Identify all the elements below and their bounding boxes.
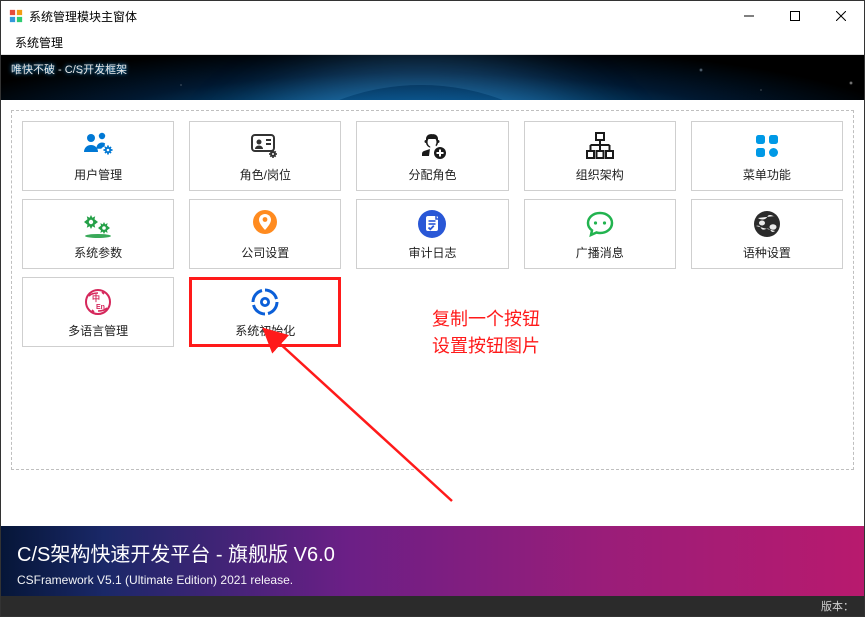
users-gear-icon — [82, 130, 114, 162]
maximize-button[interactable] — [772, 1, 818, 31]
refresh-circle-icon — [249, 286, 281, 318]
minimize-button[interactable] — [726, 1, 772, 31]
tile-label: 公司设置 — [241, 244, 289, 261]
tile-label: 语种设置 — [743, 244, 791, 261]
footer-title: C/S架构快速开发平台 - 旗舰版 V6.0 — [17, 538, 848, 567]
gears-icon — [82, 208, 114, 240]
footer-banner: C/S架构快速开发平台 - 旗舰版 V6.0 CSFramework V5.1 … — [1, 526, 864, 596]
tile-sys-param[interactable]: 系统参数 — [22, 199, 174, 269]
version-label: 版本： — [821, 598, 854, 614]
tile-label: 角色/岗位 — [240, 166, 291, 183]
close-button[interactable] — [818, 1, 864, 31]
chat-bubble-icon — [584, 208, 616, 240]
grid-tiles-icon — [751, 130, 783, 162]
tile-label: 组织架构 — [576, 166, 624, 183]
agent-plus-icon — [416, 130, 448, 162]
tile-org-struct[interactable]: 组织架构 — [524, 121, 676, 191]
tile-label: 菜单功能 — [743, 166, 791, 183]
statusbar: 版本： — [1, 596, 864, 616]
lang-zh-en-icon: 中En — [82, 286, 114, 318]
tile-user-mgmt[interactable]: 用户管理 — [22, 121, 174, 191]
document-check-icon — [416, 208, 448, 240]
window-controls — [726, 1, 864, 31]
main-window: 系统管理模块主窗体 系统管理 唯快不破 - C/S开发框架 — [0, 0, 865, 617]
tile-label: 用户管理 — [74, 166, 122, 183]
location-pin-icon — [249, 208, 281, 240]
tile-label: 审计日志 — [408, 244, 456, 261]
tile-panel: 用户管理 角色/岗位 分配角色 — [11, 110, 854, 470]
footer-subtitle: CSFramework V5.1 (Ultimate Edition) 2021… — [17, 573, 848, 587]
globe-icon — [751, 208, 783, 240]
tile-label: 多语言管理 — [68, 322, 128, 339]
tile-sys-init[interactable]: 系统初始化 — [189, 277, 341, 347]
tile-company[interactable]: 公司设置 — [189, 199, 341, 269]
titlebar: 系统管理模块主窗体 — [1, 1, 864, 31]
tile-multilang[interactable]: 中En 多语言管理 — [22, 277, 174, 347]
menubar: 系统管理 — [1, 31, 864, 55]
svg-text:中: 中 — [92, 293, 100, 303]
menu-system[interactable]: 系统管理 — [9, 32, 69, 53]
tile-grid: 用户管理 角色/岗位 分配角色 — [22, 121, 843, 347]
content-area: 用户管理 角色/岗位 分配角色 — [1, 100, 864, 526]
org-chart-icon — [584, 130, 616, 162]
banner-text: 唯快不破 - C/S开发框架 — [11, 61, 127, 77]
banner: 唯快不破 - C/S开发框架 — [1, 55, 864, 100]
tile-label: 系统参数 — [74, 244, 122, 261]
tile-audit-log[interactable]: 审计日志 — [356, 199, 508, 269]
svg-text:En: En — [96, 304, 105, 311]
annotation-arrow-icon — [257, 321, 497, 511]
tile-role-post[interactable]: 角色/岗位 — [189, 121, 341, 191]
tile-label: 系统初始化 — [235, 322, 295, 339]
tile-assign-role[interactable]: 分配角色 — [356, 121, 508, 191]
tile-menu-func[interactable]: 菜单功能 — [691, 121, 843, 191]
tile-label: 广播消息 — [576, 244, 624, 261]
tile-language[interactable]: 语种设置 — [691, 199, 843, 269]
app-icon — [9, 9, 23, 23]
tile-broadcast[interactable]: 广播消息 — [524, 199, 676, 269]
tile-label: 分配角色 — [408, 166, 456, 183]
window-title: 系统管理模块主窗体 — [29, 8, 137, 25]
id-gear-icon — [249, 130, 281, 162]
